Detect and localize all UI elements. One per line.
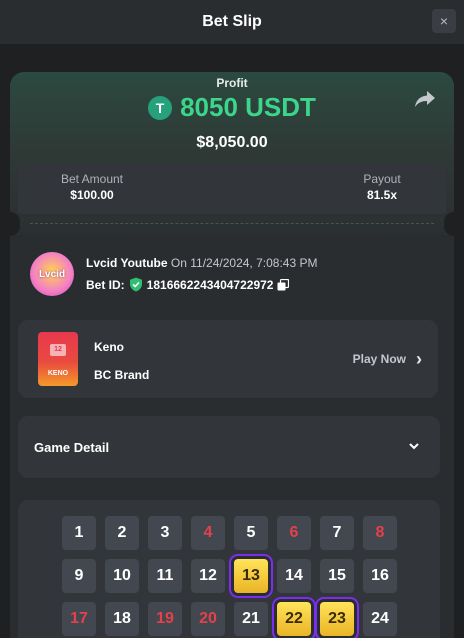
- game-detail-title: Game Detail: [34, 440, 110, 455]
- keno-cell-hit: 22: [277, 602, 311, 636]
- bet-id-row: Bet ID: 1816662243404722972: [86, 277, 290, 292]
- chevron-down-icon: [409, 443, 419, 450]
- ticket-divider: [30, 223, 434, 224]
- verified-shield-icon: [129, 277, 142, 292]
- profit-amount-row: T 8050 USDT: [10, 92, 454, 123]
- keno-cell: 2: [105, 516, 139, 550]
- keno-cell: 3: [148, 516, 182, 550]
- keno-cell: 16: [363, 559, 397, 593]
- user-line: Lvcid Youtube On 11/24/2024, 7:08:43 PM: [86, 256, 317, 270]
- close-button[interactable]: ×: [432, 9, 456, 33]
- keno-cell: 18: [105, 602, 139, 636]
- profit-section: Profit T 8050 USDT $8,050.00 Bet Amount …: [10, 72, 454, 235]
- keno-board: 1 2 3 4 5 6 7 8 9 10 11 12 13 14 15 16 17 18 19 20 21 22 23 24: [18, 500, 440, 638]
- play-now-button[interactable]: Play Now ›: [352, 349, 422, 369]
- keno-thumbnail-tile: 12: [50, 344, 66, 356]
- copy-icon[interactable]: [277, 278, 290, 291]
- usdt-tether-icon: T: [148, 95, 173, 120]
- keno-cell: 9: [62, 559, 96, 593]
- keno-cell: 15: [320, 559, 354, 593]
- payout-stat: Payout 81.5x: [342, 172, 422, 202]
- profit-usd-value: $8,050.00: [196, 134, 268, 151]
- keno-cell: 14: [277, 559, 311, 593]
- bet-date: On 11/24/2024, 7:08:43 PM: [170, 256, 318, 270]
- keno-cell: 6: [277, 516, 311, 550]
- ticket-notch-right: [444, 212, 454, 236]
- game-link-row[interactable]: 12 KENO Keno BC Brand Play Now ›: [18, 320, 438, 398]
- keno-thumbnail-tile-number: 12: [54, 346, 62, 353]
- keno-cell: 20: [191, 602, 225, 636]
- page-title: Bet Slip: [202, 13, 262, 30]
- bet-stats: Bet Amount $100.00 Payout 81.5x: [18, 164, 446, 214]
- keno-cell: 7: [320, 516, 354, 550]
- bet-id-value: 1816662243404722972: [146, 277, 274, 292]
- profit-amount: 8050 USDT: [180, 92, 316, 122]
- game-name: Keno: [94, 340, 124, 354]
- user-name[interactable]: Lvcid Youtube: [86, 256, 168, 270]
- bet-slip-card: Profit T 8050 USDT $8,050.00 Bet Amount …: [10, 72, 454, 638]
- keno-cell: 1: [62, 516, 96, 550]
- keno-cell: 12: [191, 559, 225, 593]
- avatar-text: Lvcid: [38, 268, 66, 280]
- usdt-icon-glyph: T: [155, 99, 165, 116]
- play-now-label: Play Now: [352, 352, 406, 366]
- keno-cell-hit: 13: [234, 559, 268, 593]
- share-icon[interactable]: [414, 90, 436, 108]
- bet-amount-label: Bet Amount: [60, 172, 124, 186]
- bet-user-info: Lvcid Lvcid Youtube On 11/24/2024, 7:08:…: [30, 252, 434, 298]
- avatar[interactable]: Lvcid: [30, 252, 74, 296]
- keno-game-thumbnail[interactable]: 12 KENO: [38, 332, 78, 386]
- bet-amount-stat: Bet Amount $100.00: [42, 172, 142, 202]
- keno-cell-hit: 23: [320, 602, 354, 636]
- keno-cell: 24: [363, 602, 397, 636]
- bet-amount-value: $100.00: [70, 188, 114, 202]
- chevron-right-icon: ›: [416, 349, 422, 369]
- close-icon: ×: [439, 13, 449, 29]
- keno-cell: 17: [62, 602, 96, 636]
- game-brand: BC Brand: [94, 368, 150, 382]
- keno-thumbnail-word: KENO: [47, 370, 69, 377]
- payout-label: Payout: [363, 172, 401, 186]
- keno-cell: 21: [234, 602, 268, 636]
- payout-value: 81.5x: [366, 188, 398, 202]
- keno-cell: 11: [148, 559, 182, 593]
- bet-slip-header: Bet Slip ×: [0, 0, 464, 44]
- keno-cell: 19: [148, 602, 182, 636]
- keno-cell: 10: [105, 559, 139, 593]
- profit-label: Profit: [216, 76, 248, 90]
- game-detail-toggle[interactable]: Game Detail: [18, 416, 440, 478]
- keno-cell: 5: [234, 516, 268, 550]
- keno-cell: 4: [191, 516, 225, 550]
- keno-cell: 8: [363, 516, 397, 550]
- bet-id-label: Bet ID:: [86, 277, 125, 292]
